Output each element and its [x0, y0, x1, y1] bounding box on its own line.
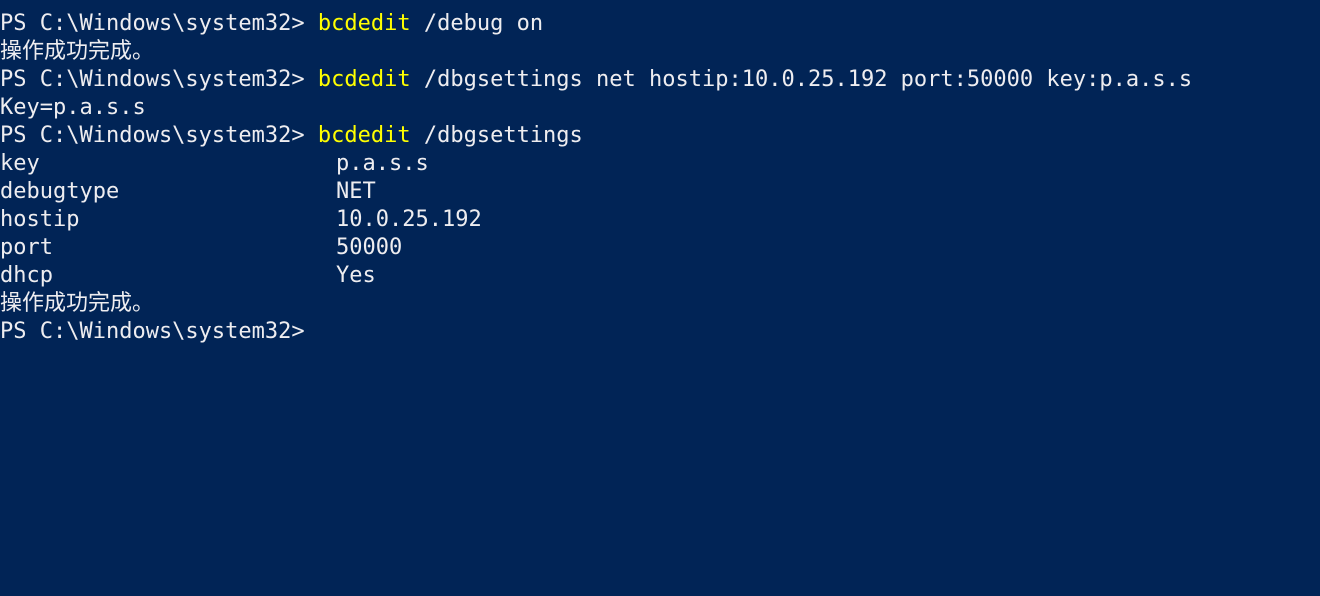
- command-name: bcdedit: [317, 11, 411, 36]
- command-args: /dbgsettings net hostip:10.0.25.192 port…: [410, 67, 1193, 92]
- prompt: PS C:\Windows\system32>: [0, 11, 318, 36]
- setting-row: key p.a.s.s: [0, 150, 1320, 178]
- command-args: /dbgsettings: [410, 123, 583, 148]
- command-name: bcdedit: [317, 123, 411, 148]
- setting-value: Yes: [336, 263, 376, 288]
- command-line: PS C:\Windows\system32> bcdedit /debug o…: [0, 10, 1320, 38]
- setting-row: hostip 10.0.25.192: [0, 206, 1320, 234]
- setting-key: key: [0, 151, 40, 176]
- setting-value: 10.0.25.192: [336, 207, 482, 232]
- setting-row: dhcp Yes: [0, 262, 1320, 290]
- setting-key: dhcp: [0, 263, 53, 288]
- command-name: bcdedit: [317, 67, 411, 92]
- success-message: 操作成功完成。: [0, 39, 155, 64]
- command-args: /debug on: [410, 11, 544, 36]
- setting-key: hostip: [0, 207, 80, 232]
- setting-value: p.a.s.s: [336, 151, 429, 176]
- current-prompt-line[interactable]: PS C:\Windows\system32>: [0, 318, 1320, 346]
- setting-value: 50000: [336, 235, 403, 260]
- prompt: PS C:\Windows\system32>: [0, 67, 318, 92]
- command-line: PS C:\Windows\system32> bcdedit /dbgsett…: [0, 122, 1320, 150]
- setting-value: NET: [336, 179, 376, 204]
- success-message: 操作成功完成。: [0, 291, 155, 316]
- setting-row: port 50000: [0, 234, 1320, 262]
- command-line: PS C:\Windows\system32> bcdedit /dbgsett…: [0, 66, 1320, 94]
- powershell-console[interactable]: PS C:\Windows\system32> bcdedit /debug o…: [0, 0, 1320, 596]
- prompt: PS C:\Windows\system32>: [0, 319, 318, 344]
- prompt: PS C:\Windows\system32>: [0, 123, 318, 148]
- command-output: Key=p.a.s.s: [0, 95, 146, 120]
- setting-key: port: [0, 235, 53, 260]
- setting-row: debugtype NET: [0, 178, 1320, 206]
- setting-key: debugtype: [0, 179, 120, 204]
